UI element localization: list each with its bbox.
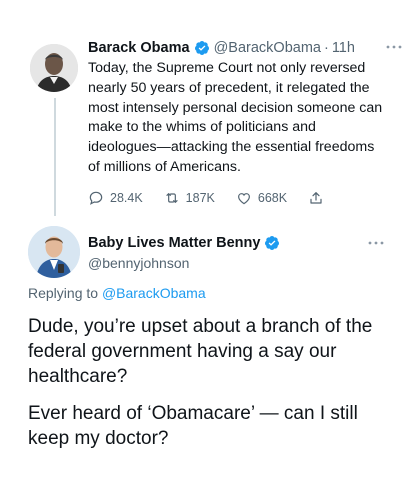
- reply-paragraph: Dude, you’re upset about a branch of the…: [28, 316, 373, 387]
- author-name[interactable]: Barack Obama: [88, 38, 190, 58]
- share-button[interactable]: [308, 190, 330, 206]
- reply-header: Baby Lives Matter Benny @bennyjohnson: [88, 233, 284, 273]
- reply-author-handle[interactable]: @bennyjohnson: [88, 253, 284, 273]
- retweet-button[interactable]: 187K: [164, 190, 215, 206]
- tweet-text: Today, the Supreme Court not only revers…: [88, 60, 383, 175]
- reply-button[interactable]: 28.4K: [88, 190, 143, 206]
- like-icon: [237, 192, 250, 205]
- avatar-benny-johnson[interactable]: [28, 226, 80, 278]
- like-button[interactable]: 668K: [236, 190, 287, 206]
- avatar-barack-obama[interactable]: [30, 44, 78, 92]
- tweet-header: Barack Obama @BarackObama · 11h: [88, 38, 388, 58]
- reply-text: Dude, you’re upset about a branch of the…: [28, 314, 388, 463]
- replying-handle-link[interactable]: @BarackObama: [102, 285, 206, 301]
- replying-prefix: Replying to: [28, 285, 99, 301]
- tweet-time[interactable]: 11h: [332, 38, 355, 58]
- retweet-icon: [166, 192, 178, 203]
- more-options-icon[interactable]: [384, 40, 404, 54]
- reply-author-name[interactable]: Baby Lives Matter Benny: [88, 233, 260, 253]
- more-options-icon[interactable]: [366, 236, 386, 250]
- reply-count: 28.4K: [110, 190, 143, 205]
- verified-badge-icon: [194, 41, 209, 55]
- tweet-original[interactable]: Barack Obama @BarackObama · 11h Today, t…: [88, 38, 402, 206]
- reply-icon: [89, 191, 103, 205]
- share-icon: [310, 191, 322, 204]
- like-count: 668K: [257, 190, 288, 205]
- author-handle[interactable]: @BarackObama: [214, 38, 321, 58]
- tweet-actions: 28.4K 187K 668K: [88, 190, 388, 206]
- reply-paragraph: Ever heard of ‘Obamacare’ — can I still …: [28, 403, 358, 449]
- verified-badge-icon: [265, 236, 280, 250]
- thread-line: [54, 98, 56, 216]
- replying-to: Replying to @BarackObama: [28, 285, 206, 301]
- retweet-count: 187K: [185, 190, 215, 205]
- separator-dot: ·: [323, 40, 329, 56]
